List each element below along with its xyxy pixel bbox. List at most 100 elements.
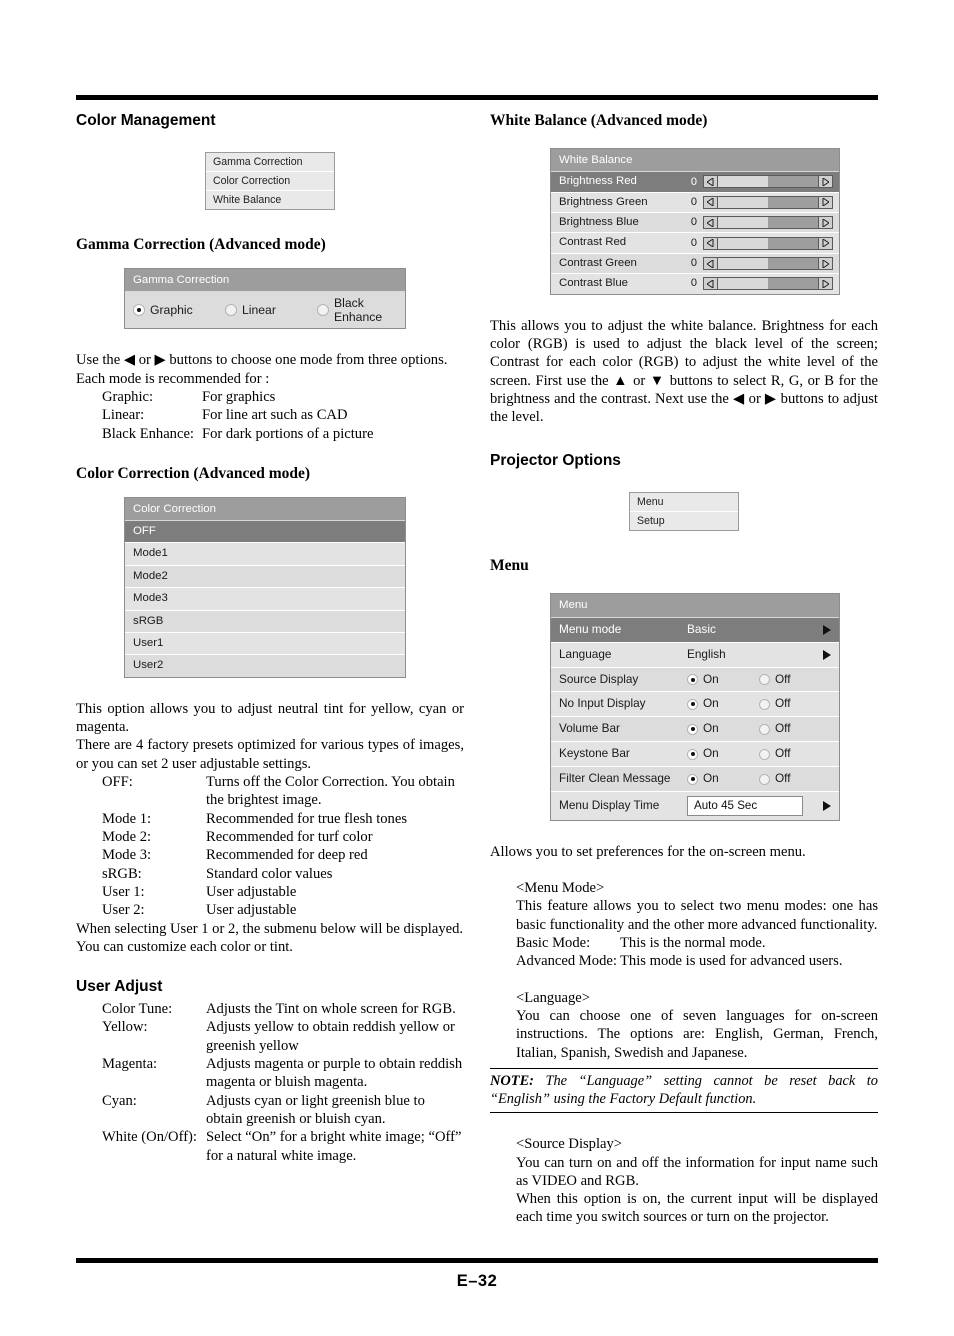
slider-right-arrow-icon[interactable] <box>819 217 832 229</box>
gamma-option-black-enhance[interactable]: Black Enhance <box>317 296 397 324</box>
wb-row-contrast-green[interactable]: Contrast Green 0 <box>551 253 839 275</box>
cc-item-desc: Recommended for true flesh tones <box>206 810 408 827</box>
wb-row-brightness-red[interactable]: Brightness Red 0 <box>551 172 839 193</box>
gamma-options-row: Graphic Linear Black Enhance <box>125 292 405 329</box>
color-correction-row-mode3[interactable]: Mode3 <box>125 588 405 611</box>
list-item: User 1: User adjustable <box>102 883 464 901</box>
menu-row-source-display[interactable]: Source Display On Off <box>551 667 839 693</box>
row-label: Brightness Blue <box>559 216 639 229</box>
gamma-option-graphic[interactable]: Graphic <box>133 303 225 317</box>
list-item: User 2: User adjustable <box>102 901 464 919</box>
radio-on-keystone-bar[interactable]: On <box>687 746 759 762</box>
menu-row-no-input-display[interactable]: No Input Display On Off <box>551 692 839 718</box>
radio-off-source-display[interactable]: Off <box>759 672 791 688</box>
color-management-menu[interactable]: Gamma Correction Color Correction White … <box>205 152 335 210</box>
slider-brightness-blue[interactable] <box>703 216 833 230</box>
slider-left-arrow-icon[interactable] <box>704 196 717 208</box>
menu-item-white-balance[interactable]: White Balance <box>206 191 334 209</box>
slider-left-arrow-icon[interactable] <box>704 176 717 188</box>
slider-right-arrow-icon[interactable] <box>819 278 832 290</box>
slider-right-arrow-icon[interactable] <box>819 176 832 188</box>
gamma-option-linear[interactable]: Linear <box>225 303 317 317</box>
mm-item-term: Advanced Mode: <box>516 953 617 970</box>
mm-item-term: Basic Mode: <box>516 935 591 952</box>
menu-row-language[interactable]: Language English <box>551 642 839 668</box>
radio-off-no-input-display[interactable]: Off <box>759 696 791 712</box>
slider-contrast-green[interactable] <box>703 257 833 270</box>
list-item: OFF: Turns off the Color Correction. You… <box>102 773 464 810</box>
slider-right-arrow-icon[interactable] <box>819 196 832 208</box>
row-label: Language <box>559 646 612 661</box>
radio-off-filter-clean-message[interactable]: Off <box>759 771 791 787</box>
off-label: Off <box>775 671 791 686</box>
projector-options-menu[interactable]: Menu Setup <box>629 492 739 532</box>
menu-item-gamma-correction[interactable]: Gamma Correction <box>206 153 334 172</box>
color-correction-row-off[interactable]: OFF <box>125 521 405 544</box>
color-correction-row-srgb[interactable]: sRGB <box>125 610 405 634</box>
wb-row-contrast-blue[interactable]: Contrast Blue 0 <box>551 274 839 294</box>
chevron-right-icon[interactable] <box>823 649 831 660</box>
slider-track[interactable] <box>717 217 819 229</box>
projector-menu-item-menu[interactable]: Menu <box>630 493 738 513</box>
gamma-panel-title: Gamma Correction <box>125 269 405 293</box>
slider-contrast-blue[interactable] <box>703 277 833 291</box>
ua-item-term: Magenta: <box>102 1056 158 1073</box>
source-display-text2: When this option is on, the current inpu… <box>516 1191 878 1226</box>
slider-track[interactable] <box>717 278 819 290</box>
radio-on-filter-clean-message[interactable]: On <box>687 771 759 787</box>
slider-contrast-red[interactable] <box>703 236 833 250</box>
slider-brightness-red[interactable] <box>703 175 833 189</box>
row-label: User1 <box>133 637 164 650</box>
wb-row-brightness-green[interactable]: Brightness Green 0 <box>551 192 839 214</box>
projector-menu-item-setup[interactable]: Setup <box>630 512 738 530</box>
menu-mode-heading: <Menu Mode> <box>516 880 605 897</box>
radio-unselected-icon <box>759 773 770 785</box>
list-item: Graphic: For graphics <box>102 388 464 406</box>
chevron-right-icon[interactable] <box>823 800 831 811</box>
list-item: Mode 2: Recommended for turf color <box>102 828 464 846</box>
slider-track[interactable] <box>717 196 819 208</box>
wb-row-brightness-blue[interactable]: Brightness Blue 0 <box>551 213 839 234</box>
menu-row-filter-clean-message[interactable]: Filter Clean Message On Off <box>551 767 839 793</box>
slider-track[interactable] <box>717 258 819 269</box>
radio-on-volume-bar[interactable]: On <box>687 721 759 737</box>
slider-brightness-green[interactable] <box>703 195 833 209</box>
radio-on-source-display[interactable]: On <box>687 672 759 688</box>
slider-right-arrow-icon[interactable] <box>819 237 832 249</box>
radio-on-no-input-display[interactable]: On <box>687 696 759 712</box>
radio-off-keystone-bar[interactable]: Off <box>759 746 791 762</box>
menu-panel: Menu Menu mode Basic Language English So… <box>550 593 840 821</box>
slider-left-arrow-icon[interactable] <box>704 258 717 269</box>
menu-row-keystone-bar[interactable]: Keystone Bar On Off <box>551 742 839 768</box>
menu-panel-title: Menu <box>551 594 839 618</box>
row-value: 0 <box>690 257 697 270</box>
color-correction-row-user1[interactable]: User1 <box>125 633 405 656</box>
cc-item-desc: User adjustable <box>206 902 297 919</box>
wb-row-contrast-red[interactable]: Contrast Red 0 <box>551 233 839 254</box>
chevron-right-icon[interactable] <box>823 624 831 635</box>
list-item: Color Tune: Adjusts the Tint on whole sc… <box>102 1000 464 1018</box>
radio-off-volume-bar[interactable]: Off <box>759 721 791 737</box>
menu-row-menu-mode[interactable]: Menu mode Basic <box>551 617 839 643</box>
list-item: Mode 3: Recommended for deep red <box>102 846 464 864</box>
white-balance-panel-title: White Balance <box>551 149 839 173</box>
slider-remainder <box>768 176 818 188</box>
menu-row-menu-display-time[interactable]: Menu Display Time Auto 45 Sec <box>551 792 839 820</box>
slider-track[interactable] <box>717 176 819 188</box>
list-item: Advanced Mode: This mode is used for adv… <box>516 952 878 970</box>
slider-left-arrow-icon[interactable] <box>704 217 717 229</box>
slider-track[interactable] <box>717 237 819 249</box>
color-correction-mode-list: OFF: Turns off the Color Correction. You… <box>76 773 464 920</box>
slider-left-arrow-icon[interactable] <box>704 278 717 290</box>
slider-right-arrow-icon[interactable] <box>819 258 832 269</box>
color-correction-row-mode1[interactable]: Mode1 <box>125 543 405 566</box>
color-correction-row-user2[interactable]: User2 <box>125 655 405 677</box>
menu-mode-text: This feature allows you to select two me… <box>516 898 878 933</box>
row-label: Menu mode <box>559 621 622 636</box>
color-correction-row-mode2[interactable]: Mode2 <box>125 565 405 589</box>
menu-display-time-input[interactable]: Auto 45 Sec <box>687 796 803 816</box>
menu-row-volume-bar[interactable]: Volume Bar On Off <box>551 717 839 743</box>
color-correction-panel: Color Correction OFF Mode1 Mode2 Mode3 s… <box>124 496 406 678</box>
slider-left-arrow-icon[interactable] <box>704 237 717 249</box>
menu-item-color-correction[interactable]: Color Correction <box>206 172 334 191</box>
